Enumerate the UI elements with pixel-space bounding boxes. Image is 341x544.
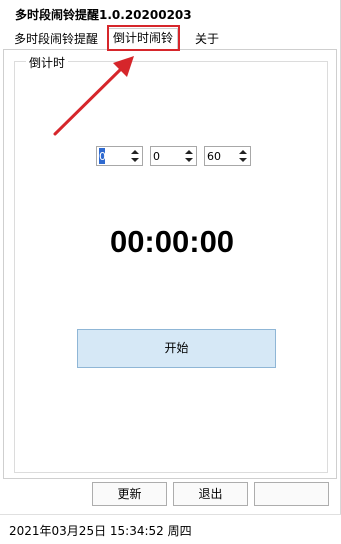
tab-bar: 多时段闹铃提醒 倒计时闹铃 关于 — [0, 28, 341, 50]
start-button[interactable]: 开始 — [77, 329, 276, 368]
countdown-group: 倒计时 0 0 60 00:00:00 开始 — [14, 54, 328, 473]
up-down-arrows-icon[interactable] — [130, 148, 140, 164]
up-down-arrows-icon[interactable] — [238, 148, 248, 164]
status-bar: 2021年03月25日 15:34:52 周四 — [0, 514, 341, 544]
down-arrow-icon[interactable] — [239, 158, 247, 162]
tab-panel-countdown: 倒计时 0 0 60 00:00:00 开始 — [3, 49, 337, 479]
window-title: 多时段闹铃提醒1.0.20200203 — [15, 8, 192, 22]
up-arrow-icon[interactable] — [131, 150, 139, 154]
exit-button[interactable]: 退出 — [173, 482, 248, 506]
hours-spinner[interactable] — [96, 146, 143, 166]
seconds-input[interactable] — [207, 148, 235, 164]
extra-button[interactable] — [254, 482, 329, 506]
tab-multi-period-alarm[interactable]: 多时段闹铃提醒 — [14, 30, 98, 47]
tab-countdown-alarm[interactable]: 倒计时闹铃 — [108, 28, 179, 49]
countdown-display: 00:00:00 — [109, 224, 235, 259]
up-down-arrows-icon[interactable] — [184, 148, 194, 164]
app-window: 多时段闹铃提醒1.0.20200203 多时段闹铃提醒 倒计时闹铃 关于 倒计时 — [0, 0, 341, 544]
tab-about[interactable]: 关于 — [195, 30, 219, 47]
status-datetime: 2021年03月25日 15:34:52 周四 — [9, 524, 192, 538]
down-arrow-icon[interactable] — [131, 158, 139, 162]
countdown-group-label: 倒计时 — [26, 54, 69, 71]
update-button[interactable]: 更新 — [92, 482, 167, 506]
hours-input[interactable] — [99, 148, 105, 164]
minutes-input[interactable] — [153, 148, 181, 164]
up-arrow-icon[interactable] — [185, 150, 193, 154]
down-arrow-icon[interactable] — [185, 158, 193, 162]
minutes-spinner[interactable] — [150, 146, 197, 166]
up-arrow-icon[interactable] — [239, 150, 247, 154]
seconds-spinner[interactable] — [204, 146, 251, 166]
